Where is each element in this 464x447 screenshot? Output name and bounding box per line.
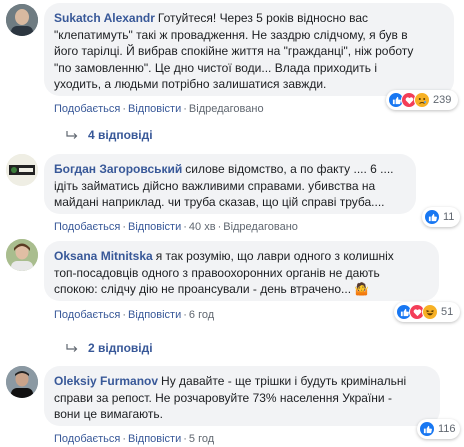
reply-arrow-icon bbox=[66, 130, 78, 140]
like-button[interactable]: Подобається bbox=[54, 103, 120, 115]
reply-button[interactable]: Відповісти bbox=[128, 309, 181, 321]
comment-actions: Подобається · Відповісти · 40 хв · Відредагова… bbox=[54, 221, 298, 233]
avatar[interactable] bbox=[6, 4, 38, 36]
edited-label[interactable]: Відредаговано bbox=[223, 221, 298, 233]
reaction-count: 116 bbox=[438, 423, 456, 435]
like-button[interactable]: Подобається bbox=[54, 309, 120, 321]
reply-button[interactable]: Відповісти bbox=[128, 221, 181, 233]
edited-label[interactable]: Відредаговано bbox=[189, 103, 264, 115]
shrug-emoji-icon: 🤷 bbox=[354, 282, 370, 296]
view-replies-link[interactable]: 2 відповіді bbox=[66, 341, 153, 355]
reaction-summary[interactable]: 11 bbox=[422, 207, 460, 227]
replies-count-label[interactable]: 2 відповіді bbox=[88, 341, 153, 355]
timestamp[interactable]: 40 хв bbox=[189, 221, 216, 233]
sad-icon bbox=[414, 92, 430, 108]
comment-author[interactable]: Oleksiy Furmanov bbox=[54, 374, 158, 388]
reply-button[interactable]: Відповісти bbox=[128, 433, 181, 445]
timestamp[interactable]: 5 год bbox=[189, 433, 214, 445]
comment-actions: Подобається · Відповісти · 6 год bbox=[54, 309, 215, 321]
haha-icon bbox=[422, 304, 438, 320]
profile-photo-icon bbox=[6, 366, 38, 398]
profile-photo-icon bbox=[6, 239, 38, 271]
profile-photo-icon bbox=[6, 4, 38, 36]
like-icon bbox=[424, 209, 440, 225]
avatar[interactable] bbox=[6, 366, 38, 398]
reaction-count: 51 bbox=[441, 306, 454, 318]
comment-bubble: Oksana Mitnitska я так розумію, що лаври … bbox=[44, 241, 439, 301]
comment-author[interactable]: Oksana Mitnitska bbox=[54, 249, 153, 263]
comment-author[interactable]: Богдан Загоровський bbox=[54, 162, 182, 176]
reaction-summary[interactable]: 239 bbox=[386, 90, 458, 110]
avatar[interactable] bbox=[6, 154, 38, 186]
timestamp[interactable]: 6 год bbox=[189, 309, 214, 321]
comment-bubble: Sukatch Alexandr Готуйтеся! Через 5 років… bbox=[44, 3, 454, 96]
like-icon bbox=[419, 421, 435, 437]
like-button[interactable]: Подобається bbox=[54, 433, 120, 445]
replies-count-label[interactable]: 4 відповіді bbox=[88, 128, 153, 142]
comment-author[interactable]: Sukatch Alexandr bbox=[54, 11, 155, 25]
reaction-count: 11 bbox=[443, 211, 455, 223]
like-button[interactable]: Подобається bbox=[54, 221, 120, 233]
comment-actions: Подобається · Відповісти · 5 год bbox=[54, 433, 215, 445]
reply-button[interactable]: Відповісти bbox=[128, 103, 181, 115]
reaction-summary[interactable]: 51 bbox=[394, 302, 460, 322]
reply-arrow-icon bbox=[66, 343, 78, 353]
comment-actions: Подобається · Відповісти · Відредаговано bbox=[54, 103, 264, 115]
comment-bubble: Oleksiy Furmanov Ну давайте - ще трішки і… bbox=[44, 366, 440, 426]
avatar[interactable] bbox=[6, 239, 38, 271]
reaction-summary[interactable]: 116 bbox=[417, 419, 460, 439]
view-replies-link[interactable]: 4 відповіді bbox=[66, 128, 153, 142]
profile-photo-icon bbox=[6, 154, 38, 186]
comment-bubble: Богдан Загоровський силове відомство, а п… bbox=[44, 154, 416, 214]
reaction-count: 239 bbox=[433, 94, 452, 106]
